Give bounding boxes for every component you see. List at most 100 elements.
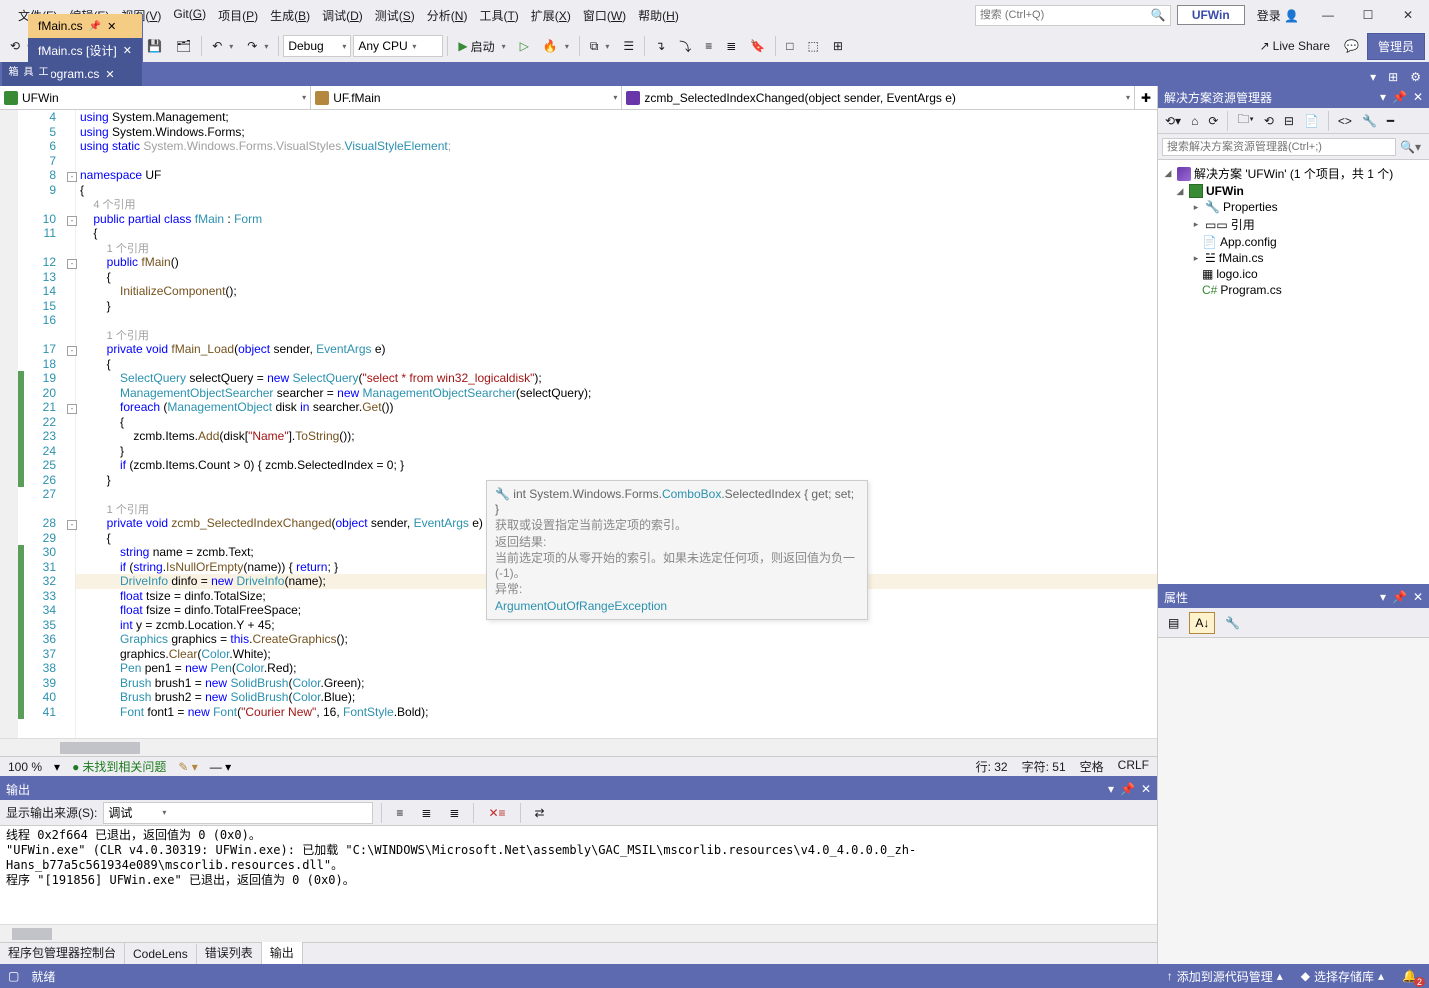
output-clear-button[interactable]: ≣	[443, 802, 465, 824]
global-search[interactable]: 🔍	[975, 5, 1171, 26]
props-pin-icon[interactable]: 📌	[1392, 590, 1407, 604]
solution-explorer-header[interactable]: 解决方案资源管理器 ▾ 📌 ✕	[1158, 86, 1429, 108]
se-tool-icon[interactable]: 🗀▾	[1234, 108, 1256, 133]
menu-item[interactable]: 帮助(H)	[632, 4, 685, 27]
issues-indicator[interactable]: ● 未找到相关问题	[72, 758, 166, 775]
se-collapse-icon[interactable]: ⊟	[1281, 112, 1297, 130]
output-tab[interactable]: 输出	[262, 940, 303, 964]
breakpoint-margin[interactable]	[0, 110, 18, 738]
toggle-button-2[interactable]: ⬚	[802, 35, 825, 57]
se-refresh-icon[interactable]: ⟲	[1261, 112, 1277, 130]
props-close-icon[interactable]: ✕	[1413, 590, 1423, 604]
nav-project-combo[interactable]: UFWin▾	[0, 86, 311, 109]
tool-button-1[interactable]: ☰	[617, 35, 640, 57]
props-categorized-button[interactable]: ▤	[1162, 612, 1185, 634]
save-all-button[interactable]: 🗂	[170, 35, 197, 57]
menu-item[interactable]: 生成(B)	[264, 4, 316, 27]
start-debug-button[interactable]: ▶ 启动▾	[452, 34, 511, 59]
comment-button[interactable]: ≡	[699, 35, 718, 57]
zoom-chevron-icon[interactable]: ▾	[54, 760, 60, 774]
menu-item[interactable]: 工具(T)	[473, 4, 524, 27]
se-home-icon[interactable]: ⌂	[1188, 112, 1201, 130]
tree-node-logo[interactable]: ▦ logo.ico	[1160, 266, 1427, 282]
output-find-button[interactable]: ≡	[390, 802, 409, 824]
close-tab-icon[interactable]: ✕	[107, 20, 116, 33]
close-button[interactable]: ✕	[1391, 2, 1425, 28]
code-text-area[interactable]: using System.Management;using System.Win…	[76, 110, 1157, 738]
props-alpha-button[interactable]: A↓	[1189, 612, 1215, 634]
maximize-button[interactable]: ☐	[1351, 2, 1385, 28]
output-tab[interactable]: 程序包管理器控制台	[0, 941, 125, 964]
se-search-input[interactable]	[1162, 138, 1396, 156]
login-link[interactable]: 登录 👤	[1251, 5, 1305, 26]
bookmark-button[interactable]: 🔖	[744, 35, 771, 57]
toolbox-tab[interactable]: 工具箱	[2, 62, 51, 86]
document-tab[interactable]: fMain.cs📌✕	[28, 14, 143, 38]
tree-node-properties[interactable]: ▸🔧 Properties	[1160, 199, 1427, 215]
live-share-button[interactable]: ↗ Live Share	[1254, 35, 1336, 57]
tab-settings-button[interactable]: ⚙	[1406, 68, 1425, 86]
output-toggle-button[interactable]: ⇄	[529, 802, 551, 824]
menu-item[interactable]: 窗口(W)	[577, 4, 632, 27]
solution-explorer-tree[interactable]: ◢ 解决方案 'UFWin' (1 个项目，共 1 个) ◢ UFWin ▸🔧 …	[1158, 160, 1429, 584]
close-tab-icon[interactable]: ✕	[105, 68, 114, 81]
editor-h-scrollbar[interactable]	[0, 738, 1157, 756]
toggle-button-1[interactable]: □	[780, 35, 799, 57]
se-search-icon[interactable]: 🔍▾	[1396, 140, 1425, 154]
tree-solution-root[interactable]: ◢ 解决方案 'UFWin' (1 个项目，共 1 个)	[1160, 164, 1427, 183]
props-events-button[interactable]: 🔧	[1219, 612, 1246, 634]
publish-button[interactable]: ⧉▾	[584, 35, 616, 58]
tab-overflow-button[interactable]: ⊞	[1384, 68, 1402, 86]
statusbar-window-icon[interactable]: ▢	[8, 969, 19, 983]
start-without-debug-button[interactable]: ▷	[514, 35, 535, 57]
fold-margin[interactable]: ------	[62, 110, 76, 738]
tabs-dropdown-button[interactable]: ▾	[1366, 68, 1380, 86]
uncomment-button[interactable]: ≣	[720, 35, 742, 57]
se-view-icon[interactable]: <>	[1335, 112, 1355, 130]
se-properties-icon[interactable]: 🔧	[1359, 112, 1380, 130]
output-goto-button[interactable]: ≣	[415, 802, 437, 824]
nav-class-combo[interactable]: UF.fMain▾	[311, 86, 622, 109]
code-editor[interactable]: 4567891011121314151617181920212223242526…	[0, 110, 1157, 738]
status-source-control[interactable]: ↑ 添加到源代码管理 ▴	[1163, 966, 1287, 987]
hot-reload-button[interactable]: 🔥▾	[537, 35, 575, 57]
se-close-icon[interactable]: ✕	[1413, 90, 1423, 104]
output-h-scrollbar[interactable]	[0, 924, 1157, 942]
panel-pin-icon[interactable]: 📌	[1120, 782, 1135, 796]
split-editor-button[interactable]: ✚	[1135, 86, 1157, 109]
output-tab[interactable]: 错误列表	[197, 941, 262, 964]
se-sync-icon[interactable]: ⟳	[1205, 112, 1221, 130]
panel-close-icon[interactable]: ✕	[1141, 782, 1151, 796]
status-notifications[interactable]: 🔔2	[1398, 967, 1421, 985]
tree-node-program[interactable]: C# Program.cs	[1160, 282, 1427, 298]
output-source-combo[interactable]: 调试▾	[103, 802, 373, 824]
output-text[interactable]: 线程 0x2f664 已退出，返回值为 0 (0x0)。 "UFWin.exe"…	[0, 826, 1157, 924]
menu-item[interactable]: 分析(N)	[421, 4, 474, 27]
tree-project[interactable]: ◢ UFWin	[1160, 183, 1427, 199]
redo-button[interactable]: ↷▾	[241, 35, 274, 57]
se-preview-icon[interactable]: ━	[1384, 112, 1397, 130]
output-tab[interactable]: CodeLens	[125, 944, 197, 964]
se-dropdown-icon[interactable]: ▾	[1380, 90, 1386, 104]
close-tab-icon[interactable]: ✕	[123, 44, 132, 57]
se-back-icon[interactable]: ⟲▾	[1162, 112, 1184, 130]
tree-node-references[interactable]: ▸▭▭ 引用	[1160, 215, 1427, 234]
se-pin-icon[interactable]: 📌	[1392, 90, 1407, 104]
configuration-combo[interactable]: Debug▾	[283, 35, 351, 57]
toggle-button-3[interactable]: ⊞	[827, 35, 849, 57]
output-wrap-button[interactable]: ✕≡	[482, 802, 511, 824]
step-over-button[interactable]: ⤵	[673, 34, 697, 59]
global-search-input[interactable]	[980, 9, 1151, 21]
tree-node-fmain[interactable]: ▸☱ fMain.cs	[1160, 250, 1427, 266]
menu-item[interactable]: Git(G)	[167, 4, 212, 27]
tree-node-appconfig[interactable]: 📄 App.config	[1160, 234, 1427, 250]
step-into-button[interactable]: ↴	[649, 35, 671, 57]
status-repo-select[interactable]: ◆ 选择存储库 ▴	[1297, 966, 1388, 987]
menu-item[interactable]: 扩展(X)	[525, 4, 577, 27]
undo-button[interactable]: ↶▾	[206, 35, 239, 57]
output-panel-header[interactable]: 输出 ▾ 📌 ✕	[0, 778, 1157, 800]
nav-member-combo[interactable]: zcmb_SelectedIndexChanged(object sender,…	[622, 86, 1135, 109]
zoom-level[interactable]: 100 %	[8, 760, 42, 774]
save-button[interactable]: 💾	[141, 35, 168, 57]
se-showall-icon[interactable]: 📄	[1301, 112, 1322, 130]
